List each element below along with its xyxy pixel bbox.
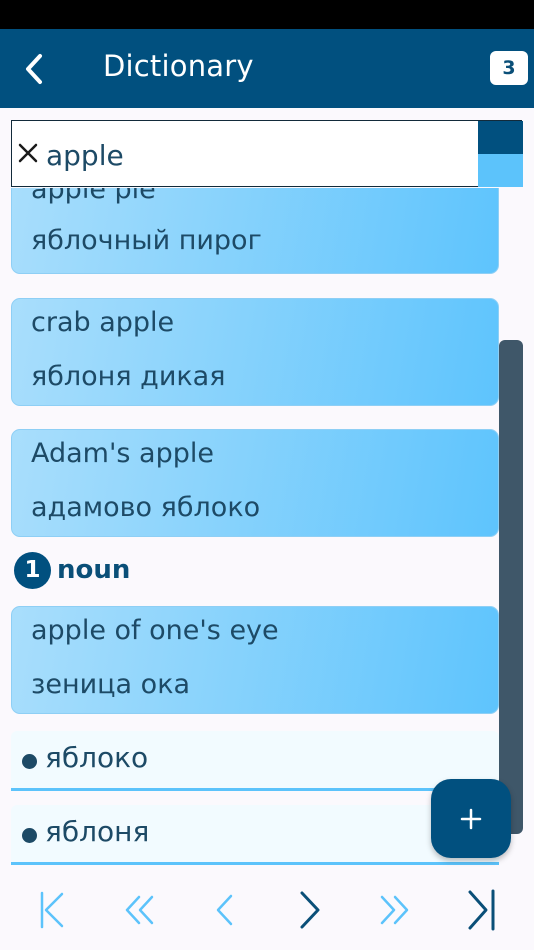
first-page-icon [40,891,64,929]
entry-card-crab-apple[interactable]: crab apple яблоня дикая [11,298,499,406]
entry-card-apple-pie[interactable]: apple pie яблочный пирог [11,188,499,274]
double-chevron-right-icon [380,895,409,925]
chevron-right-icon [300,891,320,929]
last-page-icon [468,889,495,931]
nav-previous-button[interactable] [196,884,252,936]
bullet-icon [22,828,37,843]
entry-term: apple pie [31,188,156,205]
nav-last-button[interactable] [454,884,510,936]
status-bar [0,0,534,29]
navigation-bar [0,876,534,950]
entry-term: crab apple [31,307,175,338]
entry-translation: адамово яблоко [31,492,261,523]
chevron-left-icon [26,54,42,84]
meaning-text: яблоко [45,741,149,774]
part-of-speech-number: 1 [14,551,51,589]
meaning-text: яблоня [45,815,150,848]
plus-icon [460,808,482,829]
search-input[interactable] [46,137,466,173]
nav-first-button[interactable] [24,884,80,936]
bullet-icon [22,754,37,769]
entry-translation: яблочный пирог [31,225,262,256]
entry-translation: зеница ока [31,669,191,700]
part-of-speech-label: noun [57,555,131,585]
entry-term: apple of one's eye [31,615,279,646]
search-clear-button[interactable] [16,140,40,166]
entry-term: Adam's apple [31,438,214,469]
scrollbar[interactable] [499,340,523,834]
app-bar: Dictionary 3 [0,29,534,108]
add-button[interactable] [431,779,511,858]
chevron-left-icon [216,894,233,926]
nav-next-button[interactable] [282,884,338,936]
page-title: Dictionary [103,49,254,83]
count-badge[interactable]: 3 [490,51,528,85]
results-list: apple pie яблочный пирог crab apple ябло… [0,188,534,876]
nav-previous-page-button[interactable] [112,884,168,936]
meaning-item[interactable]: яблоко [11,731,499,791]
double-chevron-left-icon [125,895,154,925]
search-mode-toggle[interactable] [478,121,523,154]
entry-card-apple-of-ones-eye[interactable]: apple of one's eye зеница ока [11,606,499,714]
meaning-item[interactable]: яблоня [11,805,499,865]
entry-translation: яблоня дикая [31,361,226,392]
search-box [11,120,523,187]
entry-card-adams-apple[interactable]: Adam's apple адамово яблоко [11,429,499,537]
search-mode-indicator[interactable] [478,154,523,187]
back-button[interactable] [14,47,54,91]
nav-next-page-button[interactable] [366,884,422,936]
close-icon [18,143,38,163]
part-of-speech-header: 1 noun [14,551,131,589]
